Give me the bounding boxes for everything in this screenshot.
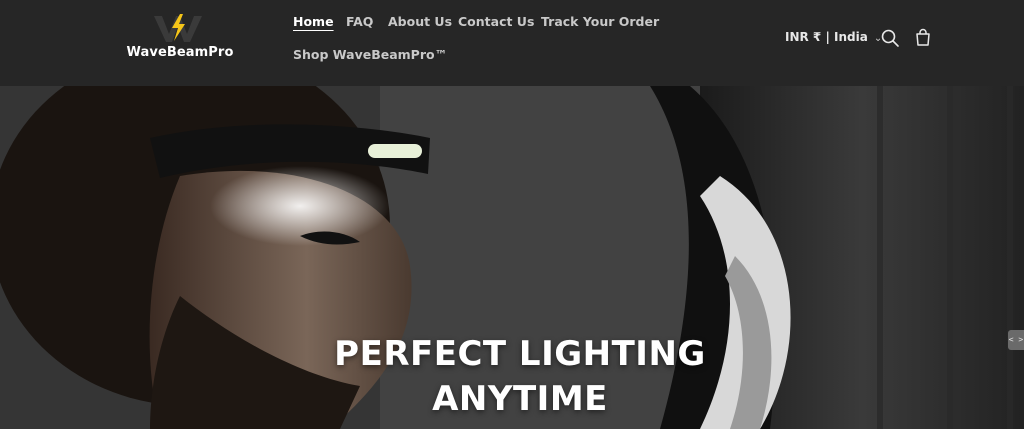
search-icon	[881, 29, 899, 47]
site-header: WaveBeamPro Home FAQ About Us Contact Us…	[0, 0, 1024, 86]
main-nav: Home FAQ About Us Contact Us Track Your …	[293, 12, 673, 74]
locale-selector[interactable]: INR ₹ | India ⌄	[785, 30, 882, 48]
cart-icon	[916, 28, 930, 46]
nav-faq[interactable]: FAQ	[346, 14, 373, 29]
side-handle[interactable]: < >	[1008, 330, 1024, 350]
search-button[interactable]	[880, 28, 900, 48]
hero-title: PERFECT LIGHTING ANYTIME	[260, 332, 780, 422]
nav-about-us[interactable]: About Us	[388, 14, 452, 29]
hero-title-line-1: PERFECT LIGHTING	[334, 334, 706, 374]
locale-label: INR ₹ | India	[785, 30, 868, 44]
nav-home[interactable]: Home	[293, 14, 334, 29]
site-logo[interactable]: WaveBeamPro	[124, 12, 236, 64]
logo-lightning-icon	[154, 14, 202, 42]
logo-text: WaveBeamPro	[126, 45, 234, 60]
hero-banner: PERFECT LIGHTING ANYTIME < >	[0, 86, 1024, 429]
hero-title-line-2: ANYTIME	[432, 379, 608, 419]
cart-button[interactable]	[913, 28, 933, 48]
nav-track-order[interactable]: Track Your Order	[541, 14, 659, 29]
nav-contact-us[interactable]: Contact Us	[458, 14, 534, 29]
nav-shop[interactable]: Shop WaveBeamPro™	[293, 47, 447, 62]
